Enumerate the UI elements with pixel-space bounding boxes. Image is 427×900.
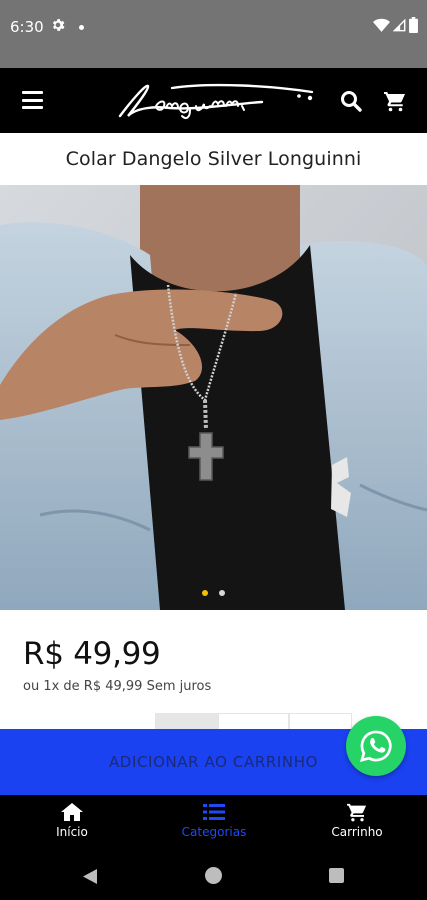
nav-label-categorias: Categorias [181,825,247,839]
carousel-dot-active[interactable] [202,590,208,596]
nav-item-categorias[interactable]: Categorias [174,795,254,851]
status-right-icons [373,17,418,33]
nav-label-carrinho: Carrinho [331,825,383,839]
home-system-icon[interactable] [205,867,222,884]
recent-apps-icon[interactable] [329,868,344,883]
menu-icon[interactable] [22,91,43,109]
nav-item-carrinho[interactable]: Carrinho [322,795,392,851]
wifi-icon [373,18,390,32]
notification-dot-icon [79,25,84,30]
gear-icon [52,19,65,31]
brand-logo[interactable] [112,76,322,124]
whatsapp-icon [360,730,392,762]
app-header [0,68,427,133]
cart-icon [347,803,367,822]
cart-icon[interactable] [383,89,407,113]
battery-icon [409,17,418,33]
product-title: Colar Dangelo Silver Longuinni [65,148,362,170]
whatsapp-button[interactable] [346,716,406,776]
nav-label-home: Início [56,825,88,839]
product-photo [0,185,427,610]
system-nav-bar [0,851,427,900]
search-icon[interactable] [339,89,363,113]
carousel-dot[interactable] [219,590,225,596]
status-time: 6:30 [10,18,44,36]
product-image[interactable] [0,185,427,610]
carousel-dots [0,590,427,596]
bottom-nav: Início Categorias Carrinho [0,795,427,851]
product-price: R$ 49,99 [23,636,161,672]
nav-item-home[interactable]: Início [42,795,102,851]
list-icon [203,804,225,820]
back-icon[interactable] [82,868,98,885]
home-icon [61,803,83,821]
signal-icon [393,18,406,31]
installments-text: ou 1x de R$ 49,99 Sem juros [23,679,212,694]
status-bar: 6:30 [0,0,427,68]
